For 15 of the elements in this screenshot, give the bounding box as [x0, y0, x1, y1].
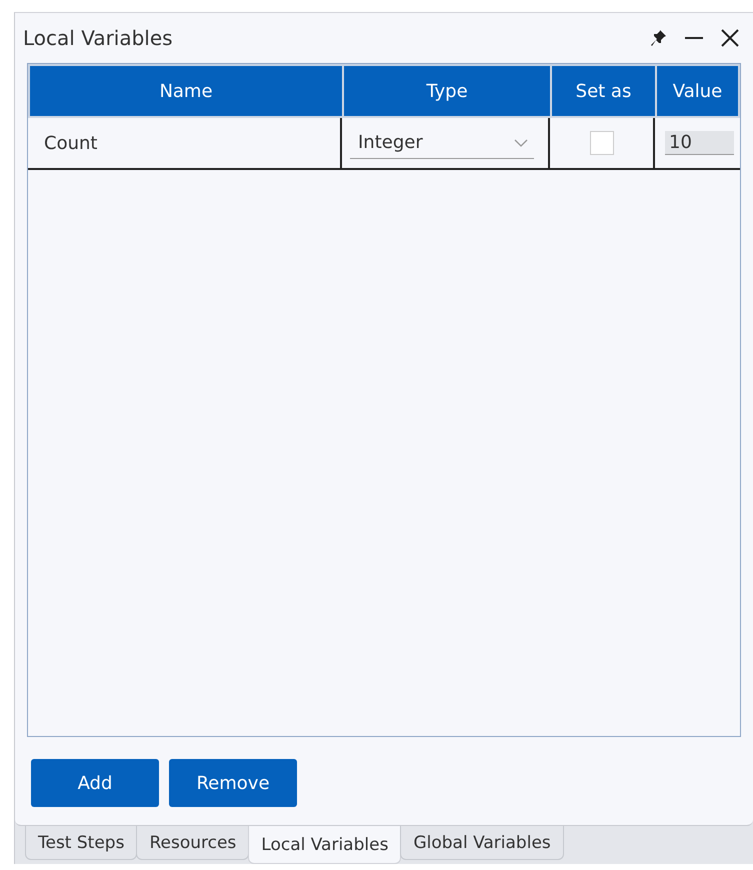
chevron-down-icon — [514, 138, 528, 146]
window-title: Local Variables — [23, 26, 174, 50]
close-icon[interactable] — [721, 29, 739, 47]
type-dropdown[interactable]: Integer — [350, 127, 534, 159]
tab[interactable]: Local Variables — [248, 826, 402, 864]
add-button[interactable]: Add — [31, 759, 159, 807]
column-header[interactable]: Value — [657, 66, 738, 116]
value-field[interactable]: 10 — [665, 131, 734, 155]
tab[interactable]: Global Variables — [400, 826, 564, 860]
remove-button[interactable]: Remove — [169, 759, 297, 807]
tab[interactable]: Test Steps — [25, 826, 138, 860]
table-cell: Count — [44, 132, 98, 154]
checkbox[interactable] — [590, 131, 614, 155]
minimize-icon[interactable] — [685, 36, 703, 40]
pin-icon[interactable] — [651, 29, 667, 47]
